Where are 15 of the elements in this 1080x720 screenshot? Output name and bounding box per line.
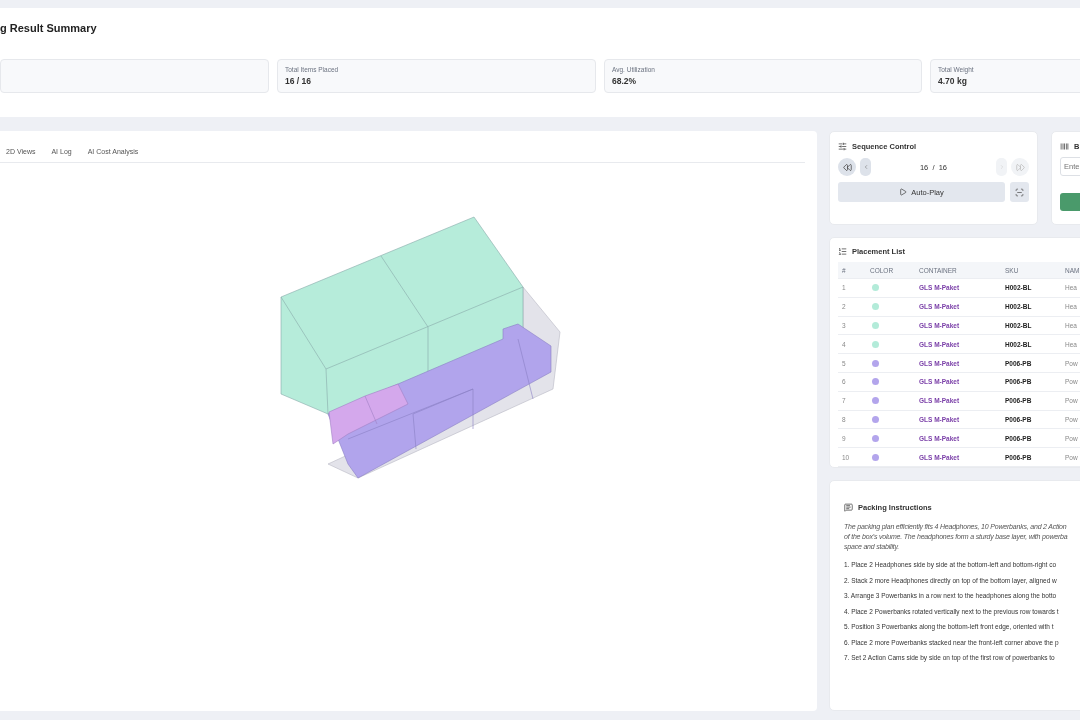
fast-forward-icon bbox=[1015, 162, 1025, 172]
summary-title: g Result Summary bbox=[0, 22, 98, 36]
play-icon bbox=[899, 188, 908, 196]
rewind-icon bbox=[842, 162, 852, 172]
scan-icon bbox=[1015, 187, 1024, 197]
list-icon bbox=[838, 247, 847, 256]
sliders-icon bbox=[838, 141, 847, 151]
stat-value: 4.70 kg bbox=[938, 76, 968, 86]
first-button[interactable] bbox=[838, 158, 856, 176]
barcode-icon bbox=[1060, 141, 1069, 151]
message-icon bbox=[844, 502, 853, 512]
chevron-left-icon bbox=[862, 164, 869, 170]
stat-value: 68.2% bbox=[612, 76, 638, 86]
scan-button[interactable] bbox=[1010, 182, 1029, 202]
stat-value: 16 / 16 bbox=[285, 76, 312, 86]
